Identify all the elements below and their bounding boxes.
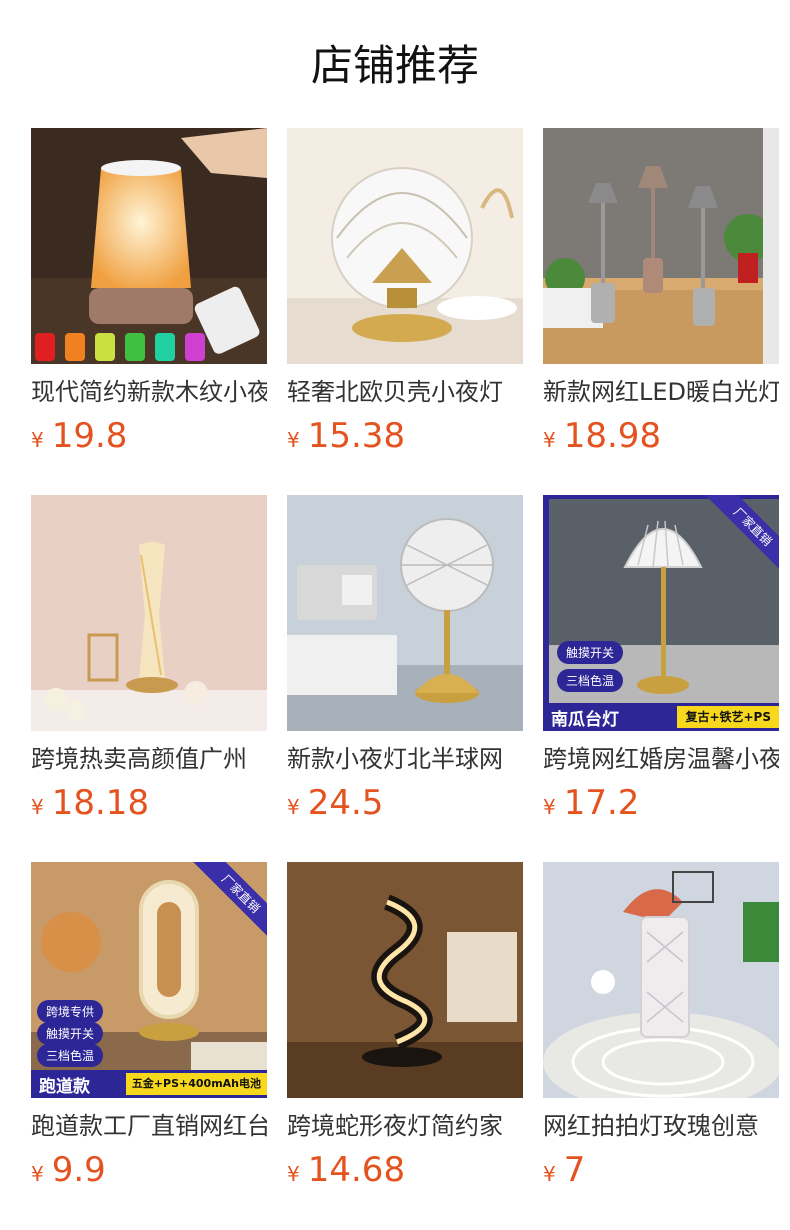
product-image[interactable] xyxy=(287,128,523,364)
feature-pill: 三档色温 xyxy=(557,669,624,692)
product-image[interactable] xyxy=(31,128,267,364)
badge-bar-material: 复古+铁艺+PS xyxy=(677,706,779,728)
currency-symbol: ¥ xyxy=(287,428,300,452)
product-name[interactable]: 轻奢北欧贝壳小夜灯 xyxy=(287,376,523,408)
currency-symbol: ¥ xyxy=(287,1162,300,1186)
price-value: 15.38 xyxy=(307,416,406,456)
price-value: 24.5 xyxy=(307,783,384,823)
product-name[interactable]: 新款小夜灯北半球网 xyxy=(287,743,523,775)
product-price: ¥19.8 xyxy=(31,416,127,462)
product-name[interactable]: 现代简约新款木纹小夜灯 xyxy=(31,376,267,408)
price-value: 17.2 xyxy=(563,783,640,823)
product-image[interactable] xyxy=(287,862,523,1098)
product-price: ¥24.5 xyxy=(287,783,383,829)
product-image[interactable]: 厂家直销 触摸开关 三档色温 南瓜台灯 复古+铁艺+PS xyxy=(543,495,779,731)
product-price: ¥15.38 xyxy=(287,416,405,462)
product-image[interactable]: 厂家直销 跨境专供 触摸开关 三档色温 跑道款 五金+PS+400mAh电池 xyxy=(31,862,267,1098)
product-name[interactable]: 跨境网红婚房温馨小夜 xyxy=(543,743,779,775)
price-value: 18.98 xyxy=(563,416,662,456)
product-image[interactable] xyxy=(31,495,267,731)
product-name[interactable]: 新款网红LED暖白光灯 xyxy=(543,376,779,408)
product-price: ¥18.18 xyxy=(31,783,149,829)
badge-bar: 跑道款 五金+PS+400mAh电池 xyxy=(31,1070,267,1098)
product-name[interactable]: 网红拍拍灯玫瑰创意 xyxy=(543,1110,779,1142)
price-value: 18.18 xyxy=(51,783,150,823)
product-price: ¥14.68 xyxy=(287,1150,405,1196)
feature-pill: 跨境专供 xyxy=(37,1000,104,1023)
product-name[interactable]: 跨境蛇形夜灯简约家 xyxy=(287,1110,523,1142)
product-name[interactable]: 跨境热卖高颜值广州 xyxy=(31,743,267,775)
currency-symbol: ¥ xyxy=(31,795,44,819)
product-price: ¥9.9 xyxy=(31,1150,106,1196)
badge-bar-material: 五金+PS+400mAh电池 xyxy=(125,1073,267,1095)
currency-symbol: ¥ xyxy=(31,1162,44,1186)
badge-bar: 南瓜台灯 复古+铁艺+PS xyxy=(543,703,779,731)
badge-bar-title: 跑道款 xyxy=(39,1077,90,1097)
feature-pill: 触摸开关 xyxy=(37,1022,104,1045)
feature-pill: 三档色温 xyxy=(37,1044,104,1067)
page-title: 店铺推荐 xyxy=(310,41,479,90)
feature-pill: 触摸开关 xyxy=(557,641,624,664)
badge-bar-title: 南瓜台灯 xyxy=(551,710,619,730)
product-price: ¥17.2 xyxy=(543,783,639,829)
product-image[interactable] xyxy=(543,862,779,1098)
currency-symbol: ¥ xyxy=(287,795,300,819)
price-value: 14.68 xyxy=(307,1150,406,1190)
product-name[interactable]: 跑道款工厂直销网红台灯 xyxy=(31,1110,267,1142)
currency-symbol: ¥ xyxy=(543,795,556,819)
price-value: 7 xyxy=(563,1150,586,1190)
price-value: 9.9 xyxy=(51,1150,106,1190)
price-value: 19.8 xyxy=(51,416,128,456)
currency-symbol: ¥ xyxy=(31,428,44,452)
product-price: ¥18.98 xyxy=(543,416,661,462)
currency-symbol: ¥ xyxy=(543,1162,556,1186)
currency-symbol: ¥ xyxy=(543,428,556,452)
product-image[interactable] xyxy=(287,495,523,731)
product-image[interactable] xyxy=(543,128,779,364)
product-price: ¥7 xyxy=(543,1150,585,1196)
